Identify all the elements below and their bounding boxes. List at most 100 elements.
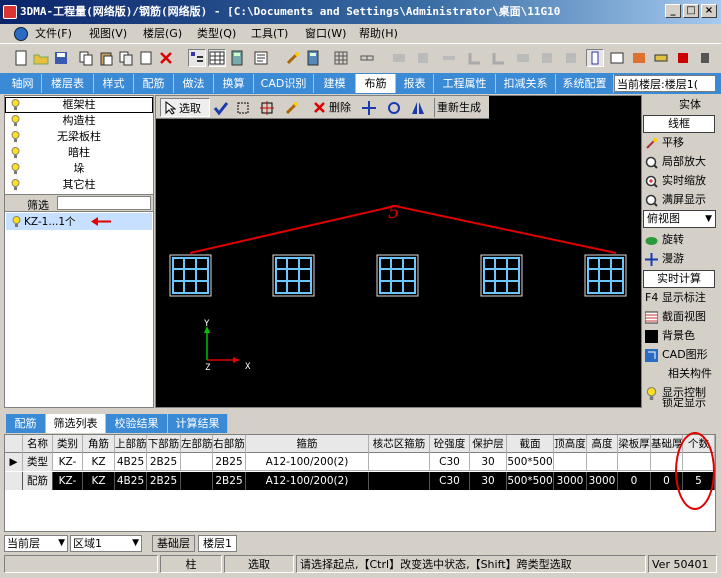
col-header[interactable]: 砼强度 [430,435,470,453]
grid-cell[interactable]: A12-100/200(2) [246,472,369,490]
col-header[interactable]: 顶高度 [554,435,587,453]
paste-icon[interactable] [97,49,115,67]
wall-tool-icon[interactable] [630,49,648,67]
doc-icon[interactable] [14,27,28,41]
cad-graphic-button[interactable]: CAD图形 [643,346,721,364]
grid-cell[interactable]: 4B25 [115,472,147,490]
section-view-button[interactable]: 截面视图 [643,308,721,326]
gray-tool-4-icon[interactable] [466,49,484,67]
col-header[interactable]: 左部筋 [181,435,213,453]
slab-tool-icon[interactable] [652,49,670,67]
tab-calc-result[interactable]: 计算结果 [168,414,228,433]
tab-style[interactable]: 样式 [94,74,134,93]
entity-mode[interactable]: 实体 [643,96,721,114]
col-header[interactable]: 高度 [587,435,618,453]
grid-cell[interactable] [587,453,618,471]
grid-cell[interactable]: 30 [470,472,507,490]
col-header[interactable]: 下部筋 [147,435,181,453]
minimize-button[interactable]: _ [665,4,681,18]
grid-cell[interactable]: KZ [83,453,115,471]
tab-report[interactable]: 报表 [396,74,434,93]
grid-cell[interactable]: 500*500 [507,472,554,490]
column-section[interactable] [480,254,523,297]
category-flatslab-column[interactable]: 无梁板柱 [5,129,153,145]
paste2-icon[interactable] [137,49,155,67]
grid-cell[interactable] [369,472,430,490]
gray-tool-8-icon[interactable] [562,49,580,67]
confirm-icon[interactable] [213,98,231,117]
copy2-icon[interactable] [117,49,135,67]
grid-cell[interactable]: 3000 [554,472,587,490]
properties-icon[interactable] [252,49,270,67]
category-other-column[interactable]: 其它柱 [5,177,153,193]
move-icon[interactable] [361,98,379,117]
grid-cell[interactable]: 4B25 [115,453,147,471]
current-layer-select[interactable]: 当前层 ▼ [4,535,68,552]
grid-cell[interactable]: 2B25 [147,472,181,490]
grid-cell[interactable]: 500*500 [507,453,554,471]
grid-cell[interactable]: A12-100/200(2) [246,453,369,471]
grid-cell[interactable]: KZ [83,472,115,490]
gray-tool-6-icon[interactable] [514,49,532,67]
grid-cell[interactable]: 3000 [587,472,618,490]
plan-tool-icon[interactable] [608,49,626,67]
grid-cell[interactable]: 2B25 [213,453,246,471]
tab-rebar[interactable]: 配筋 [6,414,46,433]
new-icon[interactable] [12,49,30,67]
grid-cell[interactable]: C30 [430,472,470,490]
tree-view-icon[interactable] [188,49,206,67]
brush-icon[interactable] [284,98,302,117]
grid-cell[interactable]: KZ- [53,453,83,471]
grid-cell[interactable]: 2B25 [147,453,181,471]
background-color-button[interactable]: 背景色 [643,327,721,345]
tab-method[interactable]: 做法 [174,74,214,93]
select-button[interactable]: 选取 [160,98,210,117]
gray-tool-5-icon[interactable] [490,49,508,67]
copy-icon[interactable] [77,49,95,67]
menu-tools[interactable]: 工具(T) [251,26,288,42]
close-button[interactable]: × [701,4,717,18]
column-section[interactable] [376,254,419,297]
zoom-realtime-button[interactable]: 实时缩放 [643,172,721,190]
menu-file[interactable]: 文件(F) [35,26,72,42]
tab-project-props[interactable]: 工程属性 [434,74,496,93]
tab-cad-recognize[interactable]: CAD识别 [254,74,314,93]
wireframe-mode[interactable]: 线框 [643,115,715,133]
tab-place-rebar[interactable]: 布筋 [356,74,396,93]
col-header[interactable]: 截面 [507,435,554,453]
filter-result-item[interactable]: KZ-1...1个 [6,213,152,230]
maximize-button[interactable]: □ [683,4,699,18]
column-section[interactable] [169,254,212,297]
col-header[interactable]: 核芯区箍筋 [369,435,430,453]
rotate-icon[interactable] [386,98,404,117]
menu-view[interactable]: 视图(V) [89,26,127,42]
gray-tool-1-icon[interactable] [390,49,408,67]
category-construct-column[interactable]: 构造柱 [5,113,153,129]
table-view-icon[interactable] [208,49,226,67]
tab-system-config[interactable]: 系统配置 [556,74,614,93]
show-label-button[interactable]: F4 显示标注 [643,289,721,307]
delete-icon[interactable] [157,49,175,67]
tab-floor-table[interactable]: 楼层表 [42,74,94,93]
calculator-icon[interactable] [228,49,246,67]
col-header[interactable]: 类别 [53,435,83,453]
tab-axis[interactable]: 轴网 [4,74,42,93]
tab-deduction[interactable]: 扣减关系 [496,74,556,93]
regenerate-button[interactable]: 重新生成 [434,98,483,117]
grid-cell[interactable] [181,453,213,471]
tab-check-result[interactable]: 校验结果 [106,414,168,433]
floor-tab-foundation[interactable]: 基础层 [152,535,195,552]
col-header[interactable]: 梁板厚 [618,435,651,453]
open-icon[interactable] [32,49,50,67]
grid-cell[interactable]: 30 [470,453,507,471]
table-row[interactable]: 配筋 KZ- KZ 4B25 2B25 2B25 A12-100/200(2) … [5,472,715,490]
pan-button[interactable]: 平移 [643,134,721,152]
realtime-calc-button[interactable]: 实时计算 [643,270,715,288]
col-header[interactable]: 保护层 [470,435,507,453]
cross-select-icon[interactable] [259,98,277,117]
row-selector[interactable] [5,472,23,490]
roam-button[interactable]: 漫游 [643,250,721,268]
grid-icon[interactable] [332,49,350,67]
menu-type[interactable]: 类型(Q) [197,26,236,42]
box-select-icon[interactable] [235,98,253,117]
